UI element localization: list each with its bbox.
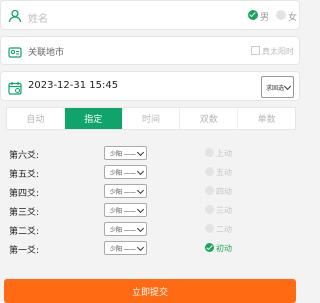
- line-type-value: 少阳 ——: [110, 188, 136, 196]
- line-label: 第六爻:: [9, 151, 40, 161]
- line-type-select[interactable]: 少阳 ——: [104, 222, 147, 236]
- moving-line-radio[interactable]: [205, 224, 214, 233]
- city-row: 关联地市 真太阳时: [0, 36, 300, 65]
- gender-female-radio[interactable]: [276, 10, 286, 20]
- submit-button[interactable]: 立即提交: [4, 279, 296, 303]
- chevron-down-icon: [136, 224, 145, 233]
- date-row: 2023-12-31 15:45 求固选: [0, 71, 300, 101]
- tab-0[interactable]: 自动: [7, 108, 65, 129]
- line-label: 第二爻:: [9, 227, 40, 237]
- gender-male-radio[interactable]: [248, 10, 258, 20]
- chevron-down-icon: [136, 148, 145, 157]
- line-row: 第六爻: 少阳 —— 上动: [0, 145, 300, 164]
- moving-line-label: 上动: [216, 149, 232, 158]
- line-type-select[interactable]: 少阳 ——: [104, 146, 147, 160]
- chevron-down-icon: [136, 186, 145, 195]
- line-type-select[interactable]: 少阳 ——: [104, 241, 147, 255]
- gender-male-label: 男: [260, 13, 270, 23]
- calendar-icon: [8, 80, 22, 95]
- location-card-icon: [8, 44, 22, 58]
- line-label: 第五爻:: [9, 170, 40, 180]
- name-input[interactable]: 姓名: [28, 10, 48, 25]
- line-type-value: 少阳 ——: [110, 169, 136, 177]
- line-type-select[interactable]: 少阳 ——: [104, 184, 147, 198]
- line-label: 第一爻:: [9, 246, 40, 256]
- dst-checkbox[interactable]: [251, 46, 260, 55]
- line-label: 第四爻:: [9, 189, 40, 199]
- line-row: 第四爻: 少阳 —— 四动: [0, 183, 300, 202]
- chevron-down-icon: [136, 243, 145, 252]
- tab-4[interactable]: 单数: [238, 108, 295, 129]
- dst-label: 真太阳时: [262, 47, 294, 56]
- moving-line-label: 五动: [216, 168, 232, 177]
- tab-1[interactable]: 指定: [64, 108, 123, 129]
- tab-3[interactable]: 双数: [180, 108, 239, 129]
- line-type-select[interactable]: 少阳 ——: [104, 203, 147, 217]
- line-type-value: 少阳 ——: [110, 245, 136, 253]
- line-label: 第三爻:: [9, 208, 40, 218]
- chevron-down-icon: [136, 167, 145, 176]
- name-row: 姓名 男 女: [0, 0, 300, 30]
- gender-female-label: 女: [288, 13, 298, 23]
- line-type-select[interactable]: 少阳 ——: [104, 165, 147, 179]
- city-input[interactable]: 关联地市: [28, 45, 64, 58]
- calendar-type-select[interactable]: 求固选: [261, 76, 294, 98]
- moving-line-label: 三动: [216, 206, 232, 215]
- line-type-value: 少阳 ——: [110, 226, 136, 234]
- moving-line-label: 初动: [216, 244, 232, 253]
- line-type-value: 少阳 ——: [110, 150, 136, 158]
- datetime-input[interactable]: 2023-12-31 15:45: [28, 80, 118, 91]
- calendar-type-value: 求固选: [266, 85, 285, 92]
- moving-line-radio[interactable]: [205, 167, 214, 176]
- line-row: 第三爻: 少阳 —— 三动: [0, 202, 300, 221]
- moving-line-label: 二动: [216, 225, 232, 234]
- moving-line-radio[interactable]: [205, 205, 214, 214]
- moving-line-radio[interactable]: [205, 186, 214, 195]
- chevron-down-icon: [136, 205, 145, 214]
- mode-tabs: 自动 指定 时间 双数 单数: [6, 107, 296, 130]
- line-row: 第五爻: 少阳 —— 五动: [0, 164, 300, 183]
- moving-line-label: 四动: [216, 187, 232, 196]
- line-row: 第二爻: 少阳 —— 二动: [0, 221, 300, 240]
- chevron-down-icon: [283, 82, 292, 91]
- moving-line-radio[interactable]: [205, 243, 214, 252]
- user-icon: [8, 8, 22, 23]
- line-row: 第一爻: 少阳 —— 初动: [0, 240, 300, 259]
- moving-line-radio[interactable]: [205, 148, 214, 157]
- tab-2[interactable]: 时间: [123, 108, 181, 129]
- line-type-value: 少阳 ——: [110, 207, 136, 215]
